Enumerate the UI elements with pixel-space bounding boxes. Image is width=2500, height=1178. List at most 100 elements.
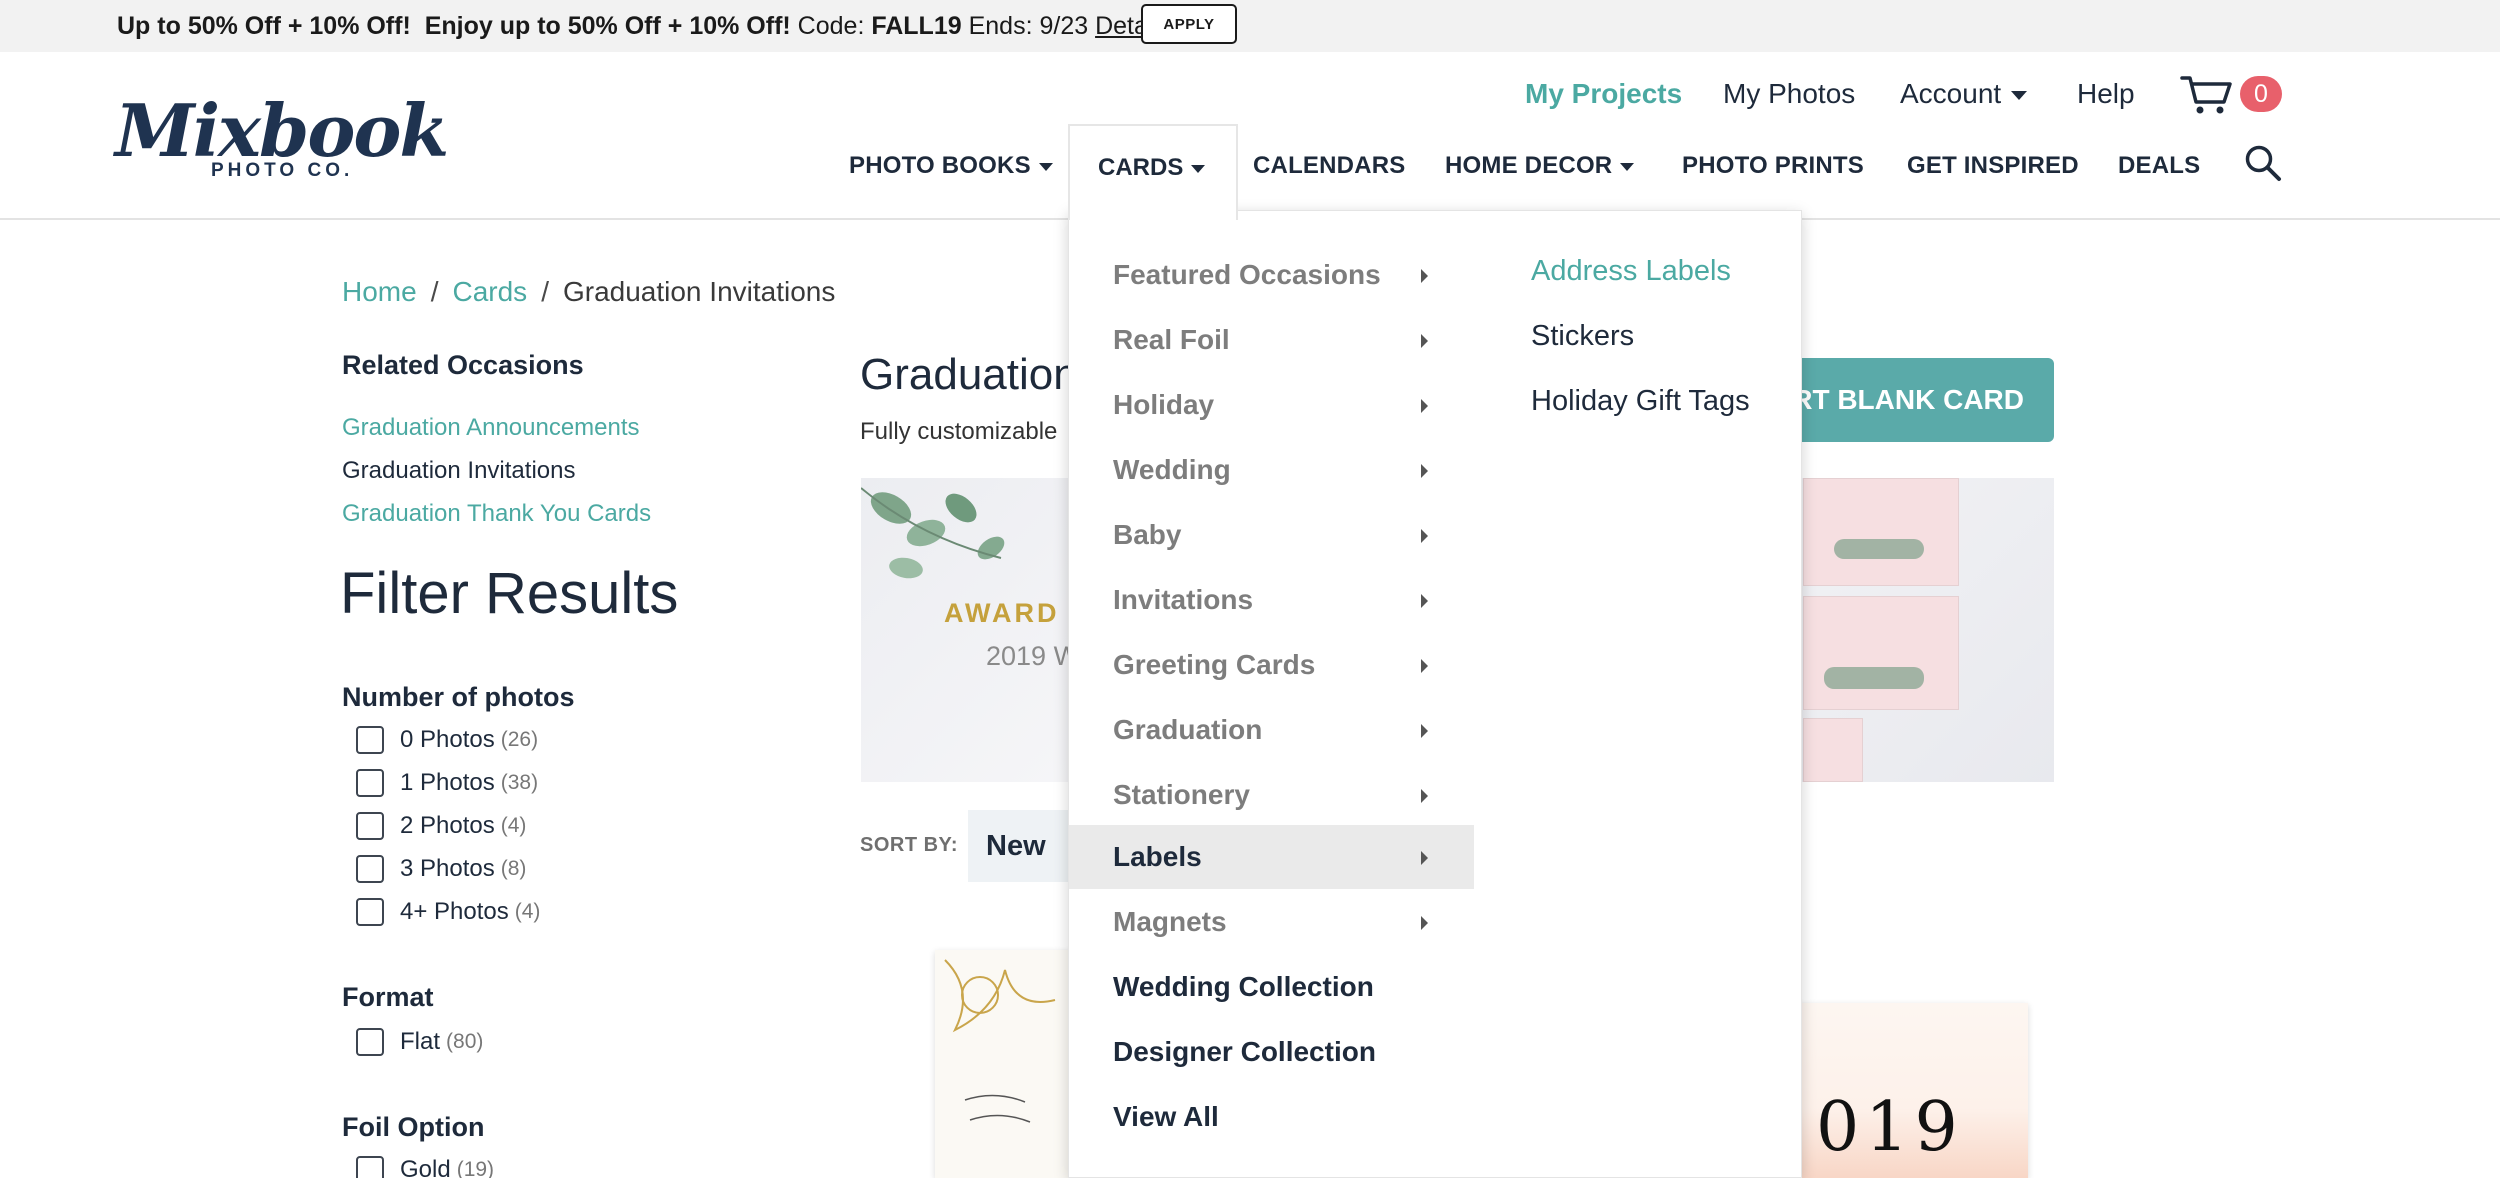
menu-item-designer-collection[interactable]: Designer Collection <box>1069 1020 1474 1084</box>
nav-calendars[interactable]: CALENDARS <box>1253 152 1405 180</box>
promo-text: Up to 50% Off + 10% Off! Enjoy up to 50%… <box>117 12 1172 41</box>
checkbox[interactable] <box>356 898 384 926</box>
breadcrumb: Home / Cards / Graduation Invitations <box>342 276 835 308</box>
submenu-stickers[interactable]: Stickers <box>1531 320 1634 353</box>
checkbox[interactable] <box>356 1156 384 1178</box>
menu-item-label: Stationery <box>1113 779 1250 810</box>
related-link-thank-you[interactable]: Graduation Thank You Cards <box>342 500 651 528</box>
nav-photo-books[interactable]: PHOTO BOOKS <box>849 152 1053 180</box>
filter-option-count: (8) <box>500 857 527 880</box>
chevron-right-icon <box>1421 916 1428 930</box>
mixbook-logo[interactable]: Mixbook PHOTO CO. <box>115 88 449 188</box>
menu-item-magnets[interactable]: Magnets <box>1069 890 1474 954</box>
product-card[interactable]: 019 <box>1780 1003 2028 1178</box>
nav-cards-tab[interactable]: CARDS <box>1068 124 1238 220</box>
filter-option[interactable]: 0 Photos (26) <box>356 726 538 754</box>
account-label: Account <box>1900 78 2002 109</box>
checkbox[interactable] <box>356 769 384 797</box>
start-blank-card-button[interactable]: RT BLANK CARD <box>1760 358 2054 442</box>
menu-item-stationery[interactable]: Stationery <box>1069 763 1474 827</box>
filter-option-count: (38) <box>500 771 539 794</box>
menu-item-wedding-collection[interactable]: Wedding Collection <box>1069 955 1474 1019</box>
checkbox[interactable] <box>356 1028 384 1056</box>
related-link-announcements[interactable]: Graduation Announcements <box>342 414 640 442</box>
account-menu[interactable]: Account <box>1900 78 2028 110</box>
my-photos-link[interactable]: My Photos <box>1723 78 1855 110</box>
filter-group-heading: Foil Option <box>342 1112 485 1142</box>
product-card[interactable] <box>935 950 1075 1178</box>
help-link[interactable]: Help <box>2077 78 2135 110</box>
breadcrumb-separator: / <box>430 276 439 307</box>
nav-get-inspired[interactable]: GET INSPIRED <box>1907 152 2079 180</box>
submenu-address-labels[interactable]: Address Labels <box>1531 255 1731 288</box>
filter-group-heading: Number of photos <box>342 682 575 712</box>
nav-photo-books-label: PHOTO BOOKS <box>849 152 1031 179</box>
menu-item-graduation[interactable]: Graduation <box>1069 698 1474 762</box>
menu-item-holiday[interactable]: Holiday <box>1069 373 1474 437</box>
chevron-down-icon <box>1038 162 1053 171</box>
nav-photo-prints[interactable]: PHOTO PRINTS <box>1682 152 1864 180</box>
submenu-holiday-gift-tags[interactable]: Holiday Gift Tags <box>1531 385 1750 418</box>
menu-item-label: Labels <box>1113 841 1202 872</box>
nav-home-decor-label: HOME DECOR <box>1445 152 1613 179</box>
chevron-right-icon <box>1421 789 1428 803</box>
related-occasions-heading: Related Occasions <box>342 350 584 380</box>
menu-item-view-all[interactable]: View All <box>1069 1085 1474 1149</box>
cart-icon <box>2180 76 2232 114</box>
breadcrumb-cards[interactable]: Cards <box>452 276 527 307</box>
cart-button[interactable]: 0 <box>2180 72 2282 120</box>
my-projects-link[interactable]: My Projects <box>1525 78 1682 110</box>
page-title: Graduation <box>860 350 1078 399</box>
checkbox[interactable] <box>356 726 384 754</box>
filter-option-label: 3 Photos <box>400 855 495 882</box>
chevron-right-icon <box>1421 399 1428 413</box>
filter-results-title: Filter Results <box>340 561 679 626</box>
checkbox[interactable] <box>356 855 384 883</box>
menu-item-invitations[interactable]: Invitations <box>1069 568 1474 632</box>
filter-option-label: Gold <box>400 1156 451 1178</box>
cards-dropdown-menu: Featured Occasions Real Foil Holiday Wed… <box>1068 210 1802 1178</box>
menu-item-baby[interactable]: Baby <box>1069 503 1474 567</box>
menu-item-wedding[interactable]: Wedding <box>1069 438 1474 502</box>
site-header: Mixbook PHOTO CO. My Projects My Photos … <box>0 52 2500 220</box>
menu-item-labels[interactable]: Labels <box>1069 825 1474 889</box>
nav-home-decor[interactable]: HOME DECOR <box>1445 152 1635 180</box>
chevron-right-icon <box>1421 851 1428 865</box>
filter-option[interactable]: 2 Photos (4) <box>356 812 526 840</box>
apply-button[interactable]: APPLY <box>1141 4 1237 44</box>
menu-item-label: Graduation <box>1113 714 1263 745</box>
chevron-right-icon <box>1421 464 1428 478</box>
menu-item-featured-occasions[interactable]: Featured Occasions <box>1069 243 1474 307</box>
sort-by-label: SORT BY: <box>860 834 959 856</box>
chevron-right-icon <box>1421 659 1428 673</box>
filter-option[interactable]: Gold (19) <box>356 1156 494 1178</box>
checkbox[interactable] <box>356 812 384 840</box>
related-link-invitations[interactable]: Graduation Invitations <box>342 457 575 485</box>
search-icon[interactable] <box>2244 144 2282 182</box>
menu-item-label: Featured Occasions <box>1113 259 1381 290</box>
breadcrumb-separator: / <box>541 276 549 307</box>
cart-count-badge: 0 <box>2240 76 2282 112</box>
chevron-down-icon <box>2011 91 2028 101</box>
chevron-down-icon <box>1620 162 1635 171</box>
filter-option-count: (4) <box>500 814 527 837</box>
promo-code-label: Code: <box>797 12 865 40</box>
filter-option[interactable]: Flat (80) <box>356 1028 483 1056</box>
breadcrumb-home[interactable]: Home <box>342 276 417 307</box>
menu-item-label: Invitations <box>1113 584 1254 615</box>
filter-option[interactable]: 3 Photos (8) <box>356 855 526 883</box>
menu-item-real-foil[interactable]: Real Foil <box>1069 308 1474 372</box>
chevron-right-icon <box>1421 724 1428 738</box>
filter-option-count: (4) <box>514 900 541 923</box>
filter-option-count: (19) <box>456 1158 495 1178</box>
menu-item-label: Real Foil <box>1113 324 1230 355</box>
filter-option[interactable]: 4+ Photos (4) <box>356 898 540 926</box>
filter-option[interactable]: 1 Photos (38) <box>356 769 538 797</box>
logo-subtitle: PHOTO CO. <box>211 160 354 181</box>
promo-bar: Up to 50% Off + 10% Off! Enjoy up to 50%… <box>0 0 2500 52</box>
gold-floral-decoration <box>944 959 1056 1123</box>
nav-deals[interactable]: DEALS <box>2118 152 2200 180</box>
chevron-right-icon <box>1421 529 1428 543</box>
menu-item-greeting-cards[interactable]: Greeting Cards <box>1069 633 1474 697</box>
invitation-card-image <box>1803 718 1863 782</box>
